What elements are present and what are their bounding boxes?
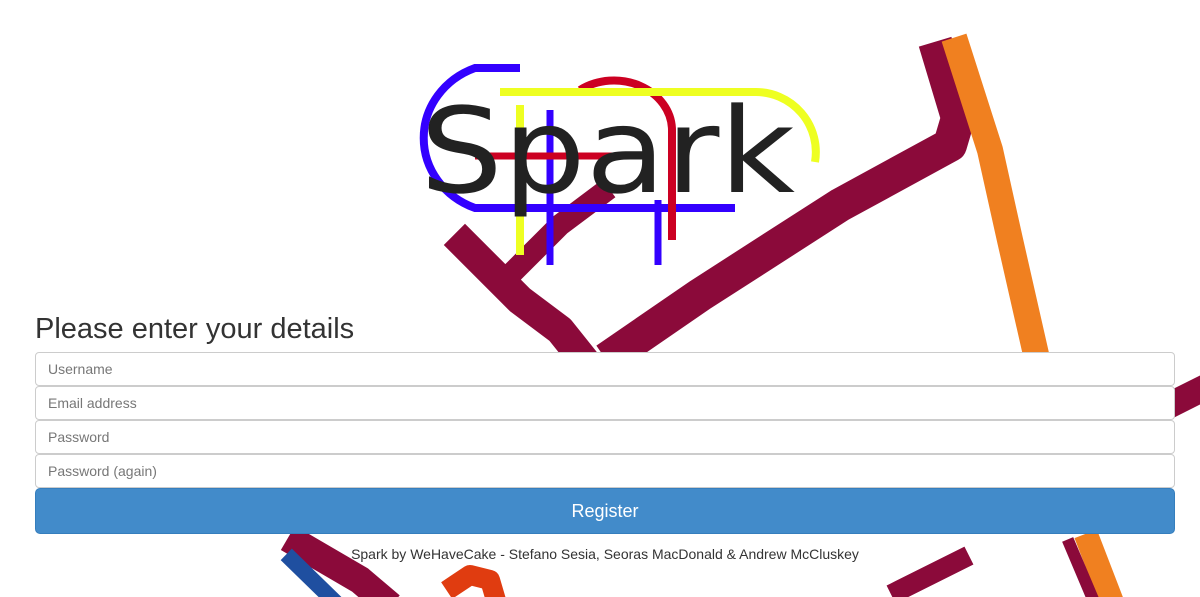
password-input[interactable]: [35, 420, 1175, 454]
footer-credits: Spark by WeHaveCake - Stefano Sesia, Seo…: [351, 546, 859, 562]
route-line-maroon: [886, 546, 974, 597]
email-input[interactable]: [35, 386, 1175, 420]
username-input[interactable]: [35, 352, 1175, 386]
password-again-input[interactable]: [35, 454, 1175, 488]
form-heading: Please enter your details: [35, 313, 355, 345]
route-line-red: [441, 565, 506, 597]
register-button[interactable]: Register: [35, 488, 1175, 534]
logo-wordmark: Spark: [420, 82, 795, 220]
register-form: Please enter your details Register Spark…: [35, 310, 1175, 562]
route-line-maroon: [1162, 375, 1200, 418]
spark-logo: Spark: [419, 64, 820, 265]
route-line-orange: [941, 33, 1051, 366]
